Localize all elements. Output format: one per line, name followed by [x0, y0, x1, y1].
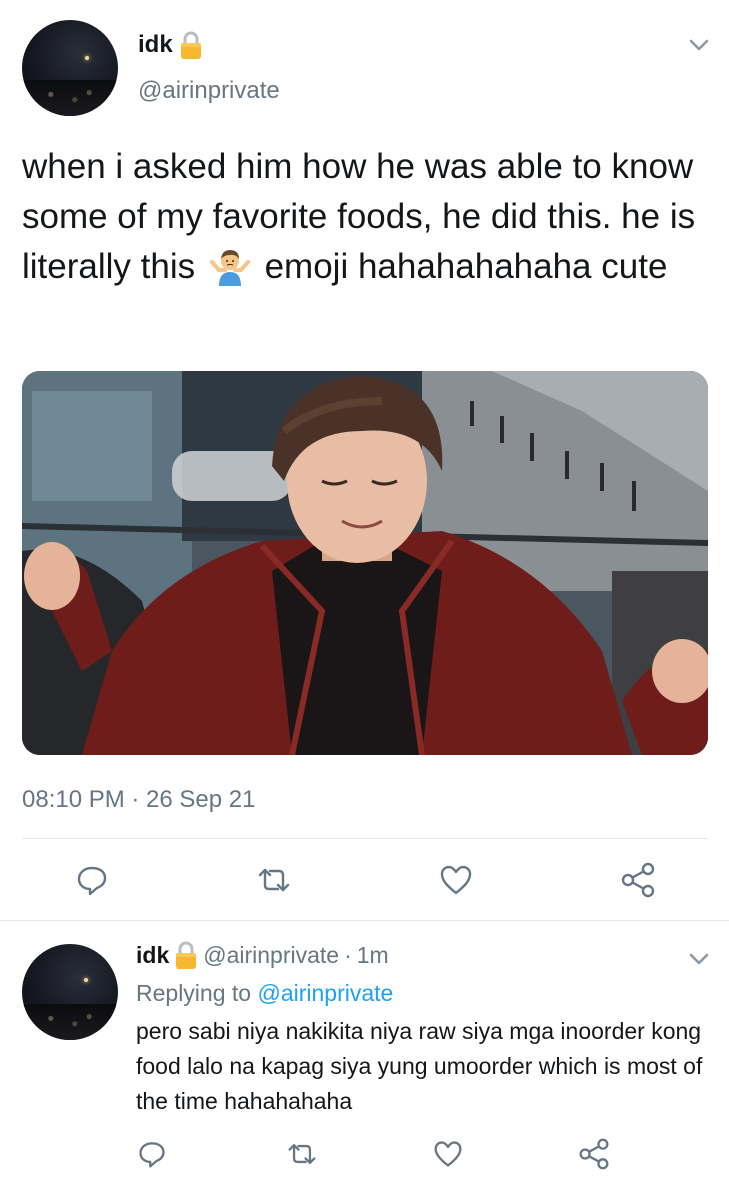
retweet-button[interactable] — [254, 860, 294, 900]
share-icon — [621, 862, 655, 898]
tweet-text: when i asked him how he was able to know… — [22, 142, 702, 292]
tweet-photo[interactable] — [22, 371, 708, 755]
main-tweet[interactable]: idk @airinprivate when i asked him how h… — [0, 0, 729, 920]
reply-tweet[interactable]: idk @airinprivate · 1m Replying to @airi… — [0, 922, 729, 1200]
reply-button[interactable] — [132, 1134, 172, 1174]
replying-to: Replying to @airinprivate — [136, 980, 393, 1007]
avatar[interactable] — [22, 20, 118, 116]
like-button[interactable] — [428, 1134, 468, 1174]
lock-icon — [179, 30, 203, 60]
display-name[interactable]: idk — [138, 31, 173, 59]
share-button[interactable] — [574, 1134, 614, 1174]
tweet-text-after: emoji hahahahahaha cute — [264, 247, 668, 286]
handle[interactable]: @airinprivate — [203, 942, 339, 969]
reply-text: pero sabi niya nakikita niya raw siya mg… — [136, 1018, 703, 1114]
replying-to-link[interactable]: @airinprivate — [257, 980, 393, 1006]
reply-header: idk @airinprivate · 1m — [136, 940, 389, 970]
like-icon — [440, 865, 472, 895]
handle[interactable]: @airinprivate — [138, 77, 280, 105]
chevron-down-icon[interactable] — [688, 952, 710, 966]
reply-time[interactable]: 1m — [357, 942, 389, 969]
display-name[interactable]: idk — [136, 942, 169, 969]
chevron-down-icon[interactable] — [688, 38, 710, 52]
share-icon — [579, 1138, 609, 1170]
lock-icon — [174, 940, 198, 970]
name-row: idk — [138, 30, 203, 60]
retweet-icon — [258, 868, 290, 892]
avatar[interactable] — [22, 944, 118, 1040]
divider — [22, 838, 708, 839]
like-icon — [434, 1141, 462, 1167]
reply-icon — [77, 866, 107, 896]
separator-dot: · — [344, 941, 352, 968]
share-button[interactable] — [618, 860, 658, 900]
tweet-separator — [0, 920, 729, 921]
retweet-button[interactable] — [282, 1134, 322, 1174]
person-shrugging-emoji-icon — [209, 246, 251, 286]
reply-button[interactable] — [72, 860, 112, 900]
like-button[interactable] — [436, 860, 476, 900]
replying-to-label: Replying to — [136, 980, 252, 1006]
reply-icon — [139, 1142, 165, 1168]
retweet-icon — [288, 1144, 316, 1164]
tweet-timestamp[interactable]: 08:10 PM · 26 Sep 21 — [22, 786, 255, 814]
